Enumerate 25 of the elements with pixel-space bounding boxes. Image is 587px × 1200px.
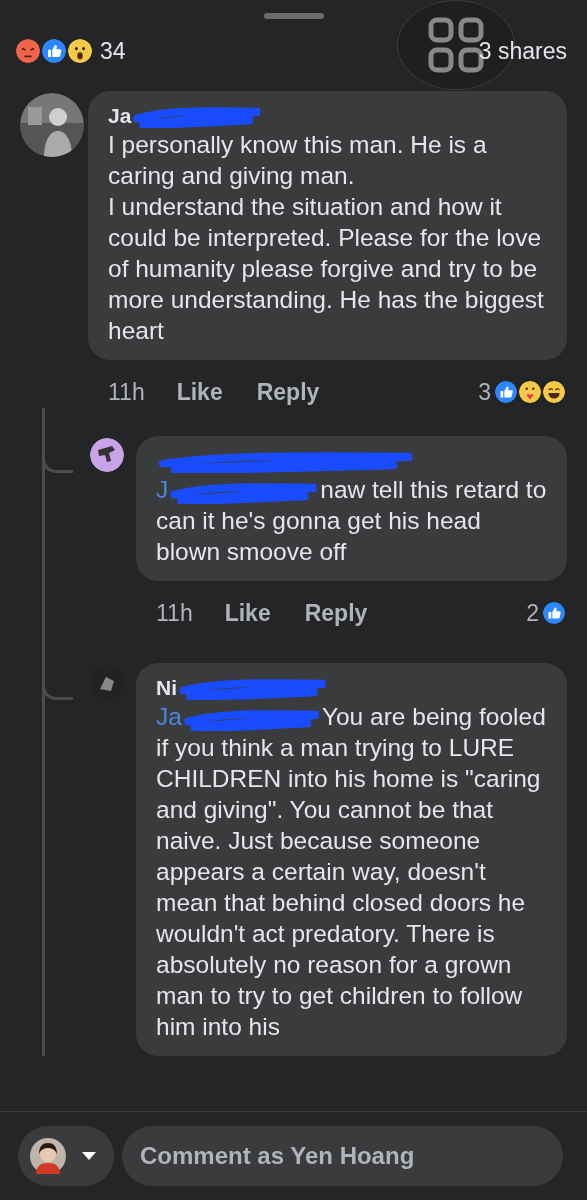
surprised-face-icon [66,37,94,65]
reaction-count: 2 [526,599,539,627]
like-icon [541,600,567,626]
like-link[interactable]: Like [176,378,223,406]
author-name[interactable]: Ni [156,676,177,700]
comment-text: I personally know this man. He is a caring and giving man. I understand the situation and how it could be interpreted. Please for the love of humanity please forgive and try to be more understanding. He has the biggest heart [108,130,545,346]
hugging-face-icon [517,379,543,405]
comment-text: J naw tell this retard to can it he's gonna get his head blown smoove off [156,475,547,567]
author-name[interactable]: Ja [108,104,132,128]
like-icon [493,379,519,405]
laughing-face-icon [541,379,567,405]
like-link[interactable]: Like [224,599,271,627]
angry-face-icon [14,37,42,65]
reply-link[interactable]: Reply [256,378,320,406]
comment-time: 11h [156,599,193,627]
comment-field[interactable]: Comment as Yen Hoang [122,1126,563,1186]
comment-time: 11h [108,378,145,406]
caret-icon [82,1152,96,1160]
like-icon [40,37,68,65]
shares-count[interactable]: 3 shares [478,37,567,65]
drag-handle[interactable] [263,13,324,19]
comment-text: Ja You are being fooled if you think a man trying to LURE CHILDREN into his home is "caring and giving". You cannot be that naive. Just because someone appears a certain way, doesn't mean that behind closed doors he wouldn't act predatory. There is absolutely no reason for a grown man to try to get children to follow him into his [156,702,547,1042]
reply-link[interactable]: Reply [304,599,368,627]
reaction-count: 3 [478,378,491,406]
reaction-count: 34 [100,37,126,65]
